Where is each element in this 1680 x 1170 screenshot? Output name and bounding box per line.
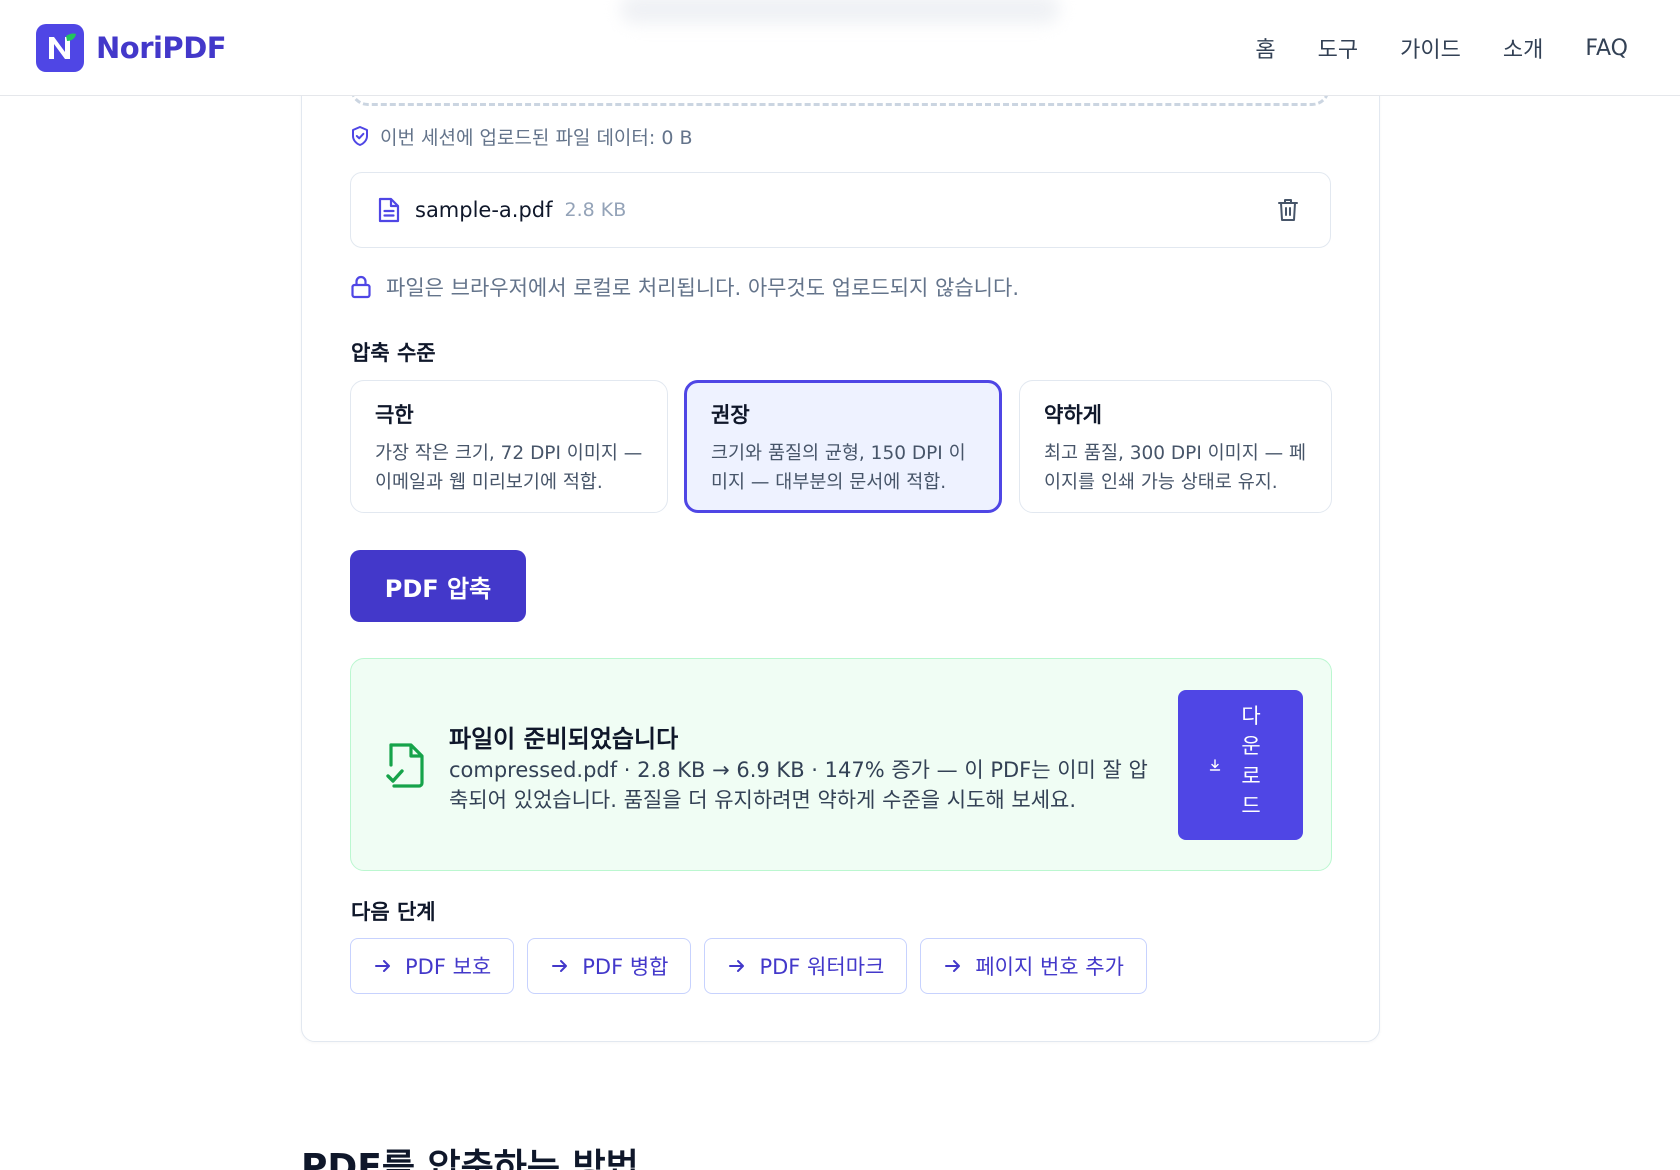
level-title: 권장 [711, 403, 750, 427]
compress-pdf-button[interactable]: PDF 압축 [350, 550, 526, 622]
nav-tools[interactable]: 도구 [1318, 32, 1358, 64]
level-option-recommended[interactable]: 권장 크기와 품질의 균형, 150 DPI 이미지 — 대부분의 문서에 적합… [684, 380, 1002, 513]
next-protect-pdf[interactable]: PDF 보호 [350, 938, 515, 994]
nav-about[interactable]: 소개 [1503, 32, 1543, 64]
nav-home[interactable]: 홈 [1255, 32, 1275, 64]
local-note-text: 파일은 브라우저에서 로컬로 처리됩니다. 아무것도 업로드되지 않습니다. [386, 276, 1019, 300]
brand-logo[interactable]: NoriPDF [36, 24, 227, 72]
level-description: 최고 품질, 300 DPI 이미지 — 페이지를 인쇄 가능 상태로 유지. [1044, 443, 1306, 493]
next-add-page-numbers[interactable]: 페이지 번호 추가 [920, 938, 1147, 994]
file-name: sample-a.pdf [415, 198, 553, 222]
shield-check-icon [352, 126, 368, 146]
logo-icon [36, 24, 84, 72]
session-data-note: 이번 세션에 업로드된 파일 데이터: 0 B [350, 122, 692, 150]
download-icon [1209, 759, 1221, 771]
brand-name: NoriPDF [96, 31, 227, 65]
result-title: 파일이 준비되었습니다 [449, 725, 679, 753]
download-label: 다운로드 [1241, 705, 1261, 818]
blurred-overlay [620, 0, 1060, 24]
next-step-label: 페이지 번호 추가 [975, 955, 1124, 979]
level-option-low[interactable]: 약하게 최고 품질, 300 DPI 이미지 — 페이지를 인쇄 가능 상태로 … [1019, 380, 1332, 513]
nav-faq[interactable]: FAQ [1585, 36, 1628, 61]
arrow-right-icon [729, 960, 745, 972]
lock-icon [351, 275, 371, 299]
next-merge-pdf[interactable]: PDF 병합 [527, 938, 692, 994]
next-steps-list: PDF 보호 PDF 병합 PDF 워터마크 페이지 번호 추가 [350, 938, 1147, 994]
local-processing-note: 파일은 브라우저에서 로컬로 처리됩니다. 아무것도 업로드되지 않습니다. [350, 270, 1019, 304]
howto-heading: PDF를 압축하는 방법 [301, 1147, 639, 1170]
arrow-right-icon [945, 960, 961, 972]
session-note-text: 이번 세션에 업로드된 파일 데이터: 0 B [380, 126, 693, 149]
file-check-icon [386, 743, 424, 788]
level-title: 약하게 [1044, 403, 1102, 427]
compression-level-label: 압축 수준 [351, 341, 436, 365]
level-title: 극한 [375, 403, 414, 427]
next-step-label: PDF 워터마크 [759, 955, 885, 979]
result-panel: 파일이 준비되었습니다 compressed.pdf · 2.8 KB → 6.… [350, 658, 1332, 871]
trash-icon[interactable] [1276, 197, 1300, 223]
main-nav: 홈 도구 가이드 소개 FAQ [1255, 28, 1628, 68]
level-description: 크기와 품질의 균형, 150 DPI 이미지 — 대부분의 문서에 적합. [711, 443, 966, 493]
arrow-right-icon [375, 960, 390, 972]
level-description: 가장 작은 크기, 72 DPI 이미지 — 이메일과 웹 미리보기에 적합. [375, 443, 643, 493]
level-option-extreme[interactable]: 극한 가장 작은 크기, 72 DPI 이미지 — 이메일과 웹 미리보기에 적… [350, 380, 668, 513]
file-size: 2.8 KB [564, 199, 627, 221]
next-steps-label: 다음 단계 [351, 900, 436, 924]
result-description: compressed.pdf · 2.8 KB → 6.9 KB · 147% … [449, 758, 1148, 812]
download-button[interactable]: 다운로드 [1178, 690, 1303, 840]
next-step-label: PDF 병합 [582, 955, 669, 979]
arrow-right-icon [552, 960, 568, 972]
file-text-icon [378, 197, 400, 223]
nav-guide[interactable]: 가이드 [1400, 32, 1461, 64]
next-step-label: PDF 보호 [405, 955, 492, 979]
file-list-item: sample-a.pdf 2.8 KB [350, 172, 1331, 248]
next-watermark-pdf[interactable]: PDF 워터마크 [704, 938, 908, 994]
